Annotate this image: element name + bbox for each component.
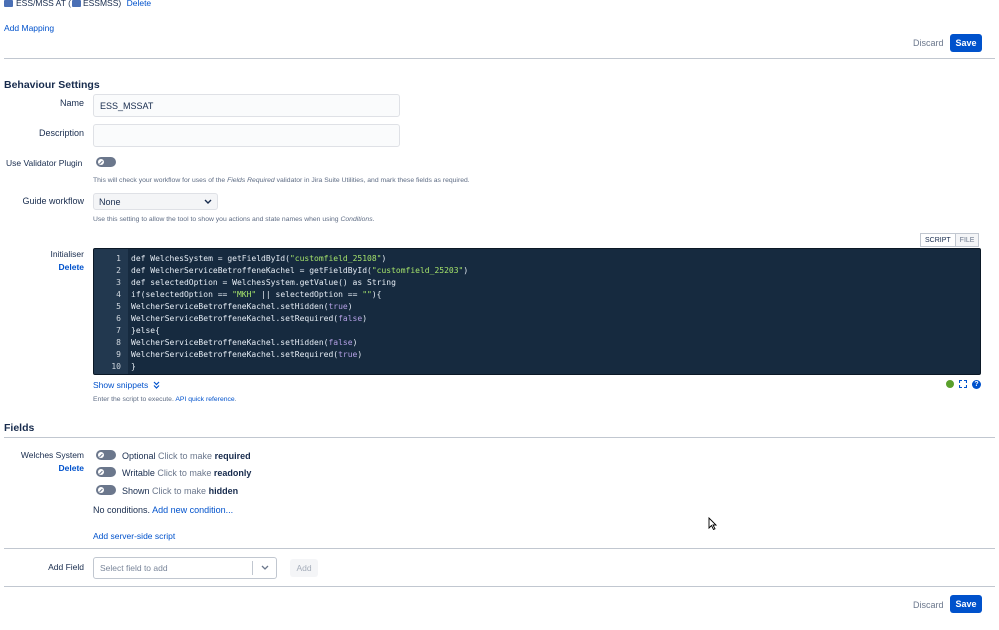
description-input[interactable] — [93, 124, 400, 147]
discard-button-bottom[interactable]: Discard — [913, 600, 944, 610]
code-text: def selectedOption = WelchesSystem.getVa… — [131, 278, 396, 287]
mouse-cursor-icon — [708, 517, 717, 530]
add-field-placeholder: Select field to add — [100, 563, 168, 573]
api-reference-link[interactable]: API quick reference — [175, 396, 234, 403]
optional-toggle[interactable] — [96, 450, 116, 460]
toggle-knob — [98, 452, 104, 458]
line-number: 7 — [116, 326, 121, 335]
add-mapping-link[interactable]: Add Mapping — [4, 23, 54, 33]
tab-script[interactable]: SCRIPT — [920, 233, 956, 247]
add-field-label: Add Field — [48, 562, 84, 572]
divider-fields — [4, 437, 995, 438]
code-text: WelcherServiceBetroffeneKachel.setHidden… — [131, 302, 353, 311]
validator-help: This will check your workflow for uses o… — [93, 177, 470, 184]
show-snippets-link[interactable]: Show snippets — [93, 380, 160, 390]
line-number: 8 — [116, 338, 121, 347]
line-number: 6 — [116, 314, 121, 323]
code-text: }else{ — [131, 326, 160, 335]
add-condition-link[interactable]: Add new condition... — [152, 505, 233, 515]
toggle-knob — [98, 469, 104, 475]
line-number: 3 — [116, 278, 121, 287]
chevron-down-icon — [204, 199, 212, 204]
mapping-header: ESS/MSS AT ( ESSMSS) Delete — [4, 0, 151, 8]
guide-workflow-select[interactable]: None — [93, 193, 218, 210]
code-text: def WelcherServiceBetroffeneKachel = get… — [131, 266, 469, 275]
add-field-select[interactable]: Select field to add — [93, 557, 277, 579]
save-button-top[interactable]: Save — [950, 34, 982, 52]
add-field-button[interactable]: Add — [290, 559, 318, 577]
guide-workflow-value: None — [99, 196, 121, 207]
code-text: } — [131, 362, 136, 371]
guide-workflow-label: Guide workflow — [22, 196, 84, 206]
code-text: WelcherServiceBetroffeneKachel.setHidden… — [131, 338, 358, 347]
description-label: Description — [38, 128, 84, 138]
field-name: Welches System — [20, 450, 84, 460]
expand-icon[interactable] — [959, 380, 967, 388]
fields-title: Fields — [4, 422, 35, 434]
status-ok-icon — [946, 380, 954, 388]
project-icon — [4, 0, 13, 7]
discard-button-top[interactable]: Discard — [913, 38, 944, 48]
script-help: Enter the script to execute. API quick r… — [93, 396, 237, 403]
help-icon[interactable]: ? — [972, 380, 981, 389]
script-file-tabs: SCRIPT FILE — [920, 233, 980, 247]
toggle-knob — [98, 159, 104, 165]
add-field-dropdown-toggle[interactable] — [252, 561, 276, 575]
validator-label: Use Validator Plugin — [6, 158, 83, 168]
tab-file[interactable]: FILE — [955, 233, 980, 247]
line-number: 1 — [116, 254, 121, 263]
initialiser-delete-link[interactable]: Delete — [20, 262, 84, 272]
shown-toggle[interactable] — [96, 485, 116, 495]
divider-bottom — [4, 586, 995, 587]
divider-top — [4, 58, 995, 59]
double-chevron-down-icon — [153, 381, 160, 389]
issue-type-icon — [71, 0, 81, 7]
line-number: 5 — [116, 302, 121, 311]
mapping-text: ESS/MSS AT ( — [16, 0, 71, 8]
mapping-key: ESSMSS) — [82, 0, 122, 8]
optional-row: Optional Click to make required — [122, 451, 251, 461]
code-text: def WelchesSystem = getFieldById("custom… — [131, 254, 387, 263]
shown-row: Shown Click to make hidden — [122, 486, 239, 496]
save-button-bottom[interactable]: Save — [950, 595, 982, 613]
code-text: if(selectedOption == "MKH" || selectedOp… — [131, 290, 382, 299]
field-delete-link[interactable]: Delete — [4, 463, 84, 473]
line-number: 9 — [116, 350, 121, 359]
line-number: 10 — [111, 362, 121, 371]
line-number: 4 — [116, 290, 121, 299]
chevron-down-icon — [261, 565, 268, 570]
divider-addfield — [4, 548, 995, 549]
line-number: 2 — [116, 266, 121, 275]
initialiser-label: Initialiser — [50, 249, 84, 259]
behaviour-settings-title: Behaviour Settings — [4, 79, 100, 91]
code-text: WelcherServiceBetroffeneKachel.setRequir… — [131, 350, 363, 359]
guide-workflow-help: Use this setting to allow the tool to sh… — [93, 216, 375, 223]
name-input[interactable]: ESS_MSSAT — [93, 94, 400, 117]
writable-row: Writable Click to make readonly — [122, 468, 252, 478]
add-server-script-link[interactable]: Add server-side script — [93, 531, 175, 541]
code-text: WelcherServiceBetroffeneKachel.setRequir… — [131, 314, 368, 323]
conditions-row: No conditions. Add new condition... — [93, 505, 234, 515]
validator-toggle[interactable] — [96, 157, 116, 167]
toggle-knob — [98, 487, 104, 493]
mapping-delete-link[interactable]: Delete — [127, 0, 152, 8]
name-label: Name — [59, 98, 84, 108]
script-editor[interactable]: 1 def WelchesSystem = getFieldById("custo… — [93, 248, 981, 375]
writable-toggle[interactable] — [96, 467, 116, 477]
